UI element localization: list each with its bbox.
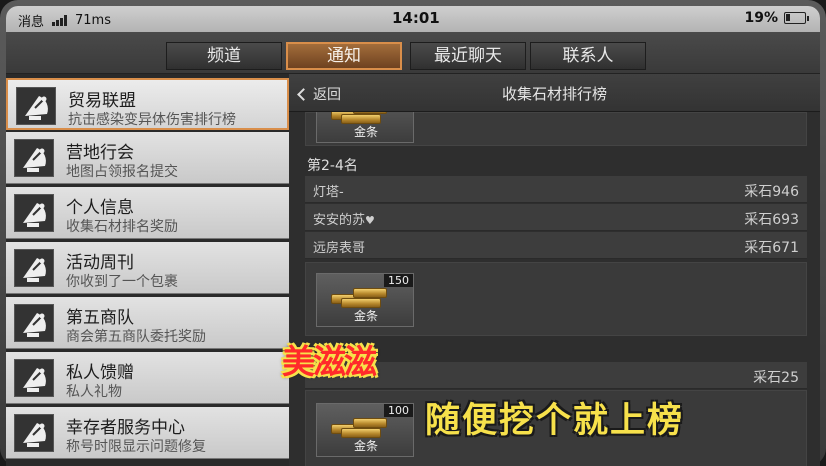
reward-item[interactable]: 100 金条 [316, 403, 414, 457]
player-score: 采石25 [753, 370, 799, 386]
panel-title: 收集石材排行榜 [501, 85, 607, 103]
tab-contacts[interactable]: 联系人 [530, 42, 646, 70]
ping-value: 71ms [75, 13, 111, 28]
player-score: 采石946 [744, 184, 799, 200]
item-count: 150 [384, 274, 413, 287]
item-title: 第五商队 [66, 308, 134, 328]
tab-bar: 频道 通知 最近聊天 联系人 [6, 32, 820, 74]
item-title: 营地行会 [66, 143, 134, 163]
satellite-dish-icon [14, 139, 54, 177]
battery-percent: 19% [744, 10, 778, 26]
tab-recent-chats[interactable]: 最近聊天 [410, 42, 526, 70]
battery-icon [784, 12, 809, 24]
messages-label: 消息 [18, 15, 45, 30]
player-name: 安安的苏♥ [313, 213, 375, 228]
notification-list: 贸易联盟 抗击感染变异体伤害排行榜 营地行会 地图占领报名提交 个人信息 收集石… [6, 74, 289, 466]
tab-notifications[interactable]: 通知 [286, 42, 402, 70]
gold-bar-icon [331, 414, 393, 438]
item-title: 贸易联盟 [68, 91, 136, 111]
clock: 14:01 [392, 9, 440, 27]
reward-label: 金条 [353, 439, 378, 453]
table-row: 灯塔- 采石946 [305, 176, 807, 203]
list-item[interactable]: 个人信息 收集石材排名奖励 [6, 187, 289, 239]
satellite-dish-icon [16, 87, 56, 125]
table-row: 安安的苏♥ 采石693 [305, 204, 807, 231]
reward-item[interactable]: 150 金条 [316, 273, 414, 327]
item-title: 私人馈赠 [66, 363, 134, 383]
item-subtitle: 商会第五商队委托奖励 [66, 329, 206, 345]
player-name: 远房表哥 [313, 241, 366, 256]
item-count: 100 [384, 404, 413, 417]
item-subtitle: 你收到了一个包裹 [66, 274, 178, 290]
device-frame: 消息 71ms 14:01 19% 频道 通知 最近聊天 联系人 贸易联盟 抗击… [0, 0, 826, 466]
table-row: 远房表哥 采石671 [305, 232, 807, 259]
player-score: 采石671 [744, 240, 799, 256]
item-subtitle: 收集石材排名奖励 [66, 219, 178, 235]
satellite-dish-icon [14, 304, 54, 342]
list-item[interactable]: 贸易联盟 抗击感染变异体伤害排行榜 [6, 78, 289, 130]
item-subtitle: 抗击感染变异体伤害排行榜 [68, 112, 236, 128]
satellite-dish-icon [14, 194, 54, 232]
item-title: 幸存者服务中心 [66, 418, 185, 438]
reward-label: 金条 [353, 125, 378, 139]
status-left: 消息 71ms [18, 11, 111, 30]
reward-box: 150 金条 [305, 262, 807, 336]
section-label: 第2-4名 [307, 158, 358, 174]
status-right: 19% [744, 10, 809, 26]
satellite-dish-icon [14, 414, 54, 452]
satellite-dish-icon [14, 249, 54, 287]
satellite-dish-icon [14, 359, 54, 397]
game-screen: 消息 71ms 14:01 19% 频道 通知 最近聊天 联系人 贸易联盟 抗击… [6, 6, 820, 466]
panel-header: 返回 收集石材排行榜 [289, 74, 820, 112]
table-row: 采石25 [305, 362, 807, 389]
player-score: 采石693 [744, 212, 799, 228]
item-subtitle: 地图占领报名提交 [66, 164, 178, 180]
signal-icon [52, 15, 68, 26]
reward-label: 金条 [353, 309, 378, 323]
item-subtitle: 私人礼物 [66, 384, 122, 400]
reward-item[interactable]: 金条 [316, 112, 414, 143]
list-item[interactable]: 幸存者服务中心 称号时限显示问题修复 [6, 407, 289, 459]
list-item[interactable]: 营地行会 地图占领报名提交 [6, 132, 289, 184]
item-title: 个人信息 [66, 198, 134, 218]
list-item[interactable]: 第五商队 商会第五商队委托奖励 [6, 297, 289, 349]
list-item[interactable]: 私人馈赠 私人礼物 [6, 352, 289, 404]
overlay-brand-text: 美滋滋 [282, 342, 377, 381]
status-bar: 消息 71ms 14:01 19% [6, 6, 820, 32]
reward-box: 金条 [305, 112, 807, 146]
item-title: 活动周刊 [66, 253, 134, 273]
item-subtitle: 称号时限显示问题修复 [66, 439, 206, 455]
heart-icon: ♥ [365, 214, 375, 227]
tab-channel[interactable]: 频道 [166, 42, 282, 70]
list-item[interactable]: 活动周刊 你收到了一个包裹 [6, 242, 289, 294]
overlay-slogan-text: 随便挖个就上榜 [425, 400, 685, 441]
gold-bar-icon [331, 284, 393, 308]
player-name: 灯塔- [313, 185, 344, 200]
